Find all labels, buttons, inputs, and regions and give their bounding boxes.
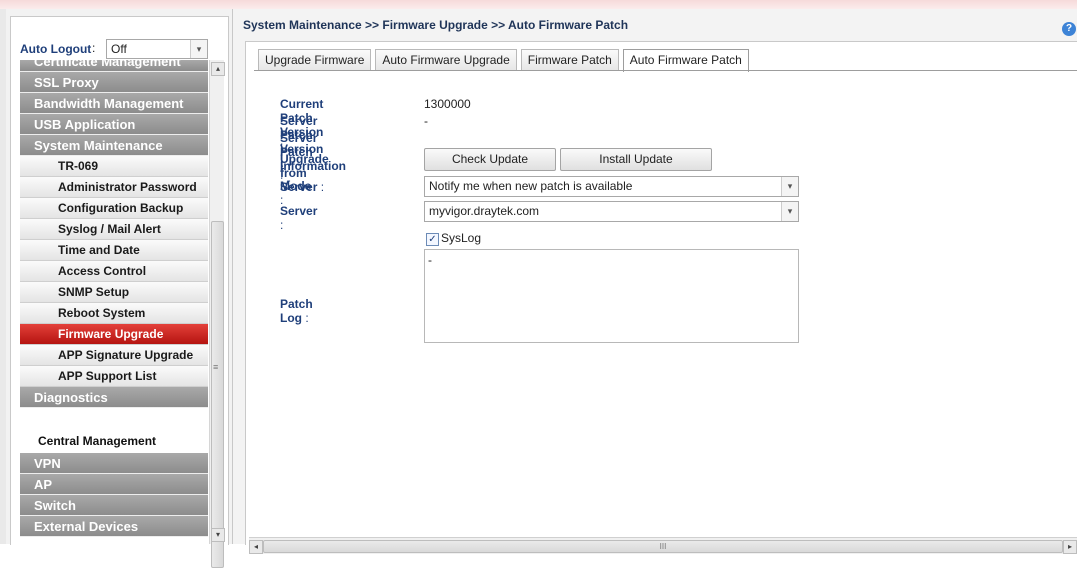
sidebar-category-usb-application[interactable]: USB Application [20,114,208,135]
horizontal-scrollbar[interactable]: ◂ III ▸ [249,537,1077,554]
sidebar-item-central-management[interactable]: Central Management [20,408,208,453]
auto-logout-value: Off [111,42,127,56]
sidebar-item-access-control[interactable]: Access Control [20,261,208,282]
sidebar-item-reboot-system[interactable]: Reboot System [20,303,208,324]
sidebar-item-firmware-upgrade[interactable]: Firmware Upgrade [20,324,208,345]
sidebar-item-syslog-mail-alert[interactable]: Syslog / Mail Alert [20,219,208,240]
grip-icon: ≡ [213,362,219,372]
chevron-down-icon[interactable]: ▾ [781,177,798,196]
sidebar-item-administrator-password[interactable]: Administrator Password [20,177,208,198]
auto-logout-row: Auto Logout : Off ▾ [20,38,220,62]
tab-divider [254,70,1077,71]
server-label: Server : [280,204,318,232]
server-value: myvigor.draytek.com [429,204,540,218]
sidebar-category-external-devices[interactable]: External Devices [20,516,208,537]
syslog-label: SysLog [441,231,482,245]
chevron-down-icon[interactable]: ▾ [781,202,798,221]
current-patch-value: 1300000 [424,97,471,111]
chevron-down-icon[interactable]: ▾ [190,40,207,58]
tab-bar: Upgrade Firmware Auto Firmware Upgrade Fir… [258,49,753,72]
server-select[interactable]: myvigor.draytek.com ▾ [424,201,799,222]
sidebar-item-tr-069[interactable]: TR-069 [20,156,208,177]
sidebar-item-time-and-date[interactable]: Time and Date [20,240,208,261]
patch-log-value: - [428,253,432,267]
content-panel: Upgrade Firmware Auto Firmware Upgrade Fir… [245,41,1077,545]
tab-upgrade-firmware[interactable]: Upgrade Firmware [258,49,372,71]
sidebar-category-ap[interactable]: AP [20,474,208,495]
tab-auto-firmware-patch[interactable]: Auto Firmware Patch [622,49,749,72]
auto-logout-select[interactable]: Off ▾ [106,39,208,59]
tab-firmware-patch[interactable]: Firmware Patch [520,49,619,71]
patch-log-textarea[interactable]: - [424,249,799,343]
mode-label: Mode : [280,179,312,207]
sidebar-category-bandwidth-management[interactable]: Bandwidth Management [20,93,208,114]
sidebar-item-configuration-backup[interactable]: Configuration Backup [20,198,208,219]
scroll-down-icon[interactable]: ▾ [211,528,225,542]
sidebar-category-ssl-proxy[interactable]: SSL Proxy [20,72,208,93]
check-update-button[interactable]: Check Update [424,148,556,171]
mode-value: Notify me when new patch is available [429,179,633,193]
mode-select[interactable]: Notify me when new patch is available ▾ [424,176,799,197]
horizontal-scroll-thumb[interactable]: III [263,540,1063,553]
sidebar-category-vpn[interactable]: VPN [20,453,208,474]
sidebar-item-snmp-setup[interactable]: SNMP Setup [20,282,208,303]
auto-logout-colon: : [92,41,96,55]
syslog-checkbox[interactable]: ✓ [426,233,439,246]
sidebar-scrollbar[interactable]: ▴ ≡ ▾ [209,60,225,568]
sidebar-menu: Certificate Management SSL Proxy Bandwidth… [20,60,208,540]
tab-auto-firmware-upgrade[interactable]: Auto Firmware Upgrade [375,49,517,71]
sidebar-category-certificate-management[interactable]: Certificate Management [20,60,208,72]
sidebar-scroll-thumb[interactable]: ≡ [211,221,224,568]
server-patch-version-value: - [424,114,428,128]
patch-log-label: Patch Log : [280,297,313,325]
scroll-left-icon[interactable]: ◂ [249,540,263,554]
install-update-button[interactable]: Install Update [560,148,712,171]
scroll-right-icon[interactable]: ▸ [1063,540,1077,554]
sidebar-item-app-signature-upgrade[interactable]: APP Signature Upgrade [20,345,208,366]
sidebar-category-system-maintenance[interactable]: System Maintenance [20,135,208,156]
sidebar-category-switch[interactable]: Switch [20,495,208,516]
main-frame: System Maintenance >> Firmware Upgrade >… [233,9,1077,554]
help-icon[interactable]: ? [1062,22,1076,36]
breadcrumb: System Maintenance >> Firmware Upgrade >… [243,18,629,32]
sidebar-category-diagnostics[interactable]: Diagnostics [20,387,208,408]
top-banner [0,0,1077,9]
auto-logout-label: Auto Logout [20,42,92,56]
scroll-up-icon[interactable]: ▴ [211,62,225,76]
sidebar-item-app-support-list[interactable]: APP Support List [20,366,208,387]
